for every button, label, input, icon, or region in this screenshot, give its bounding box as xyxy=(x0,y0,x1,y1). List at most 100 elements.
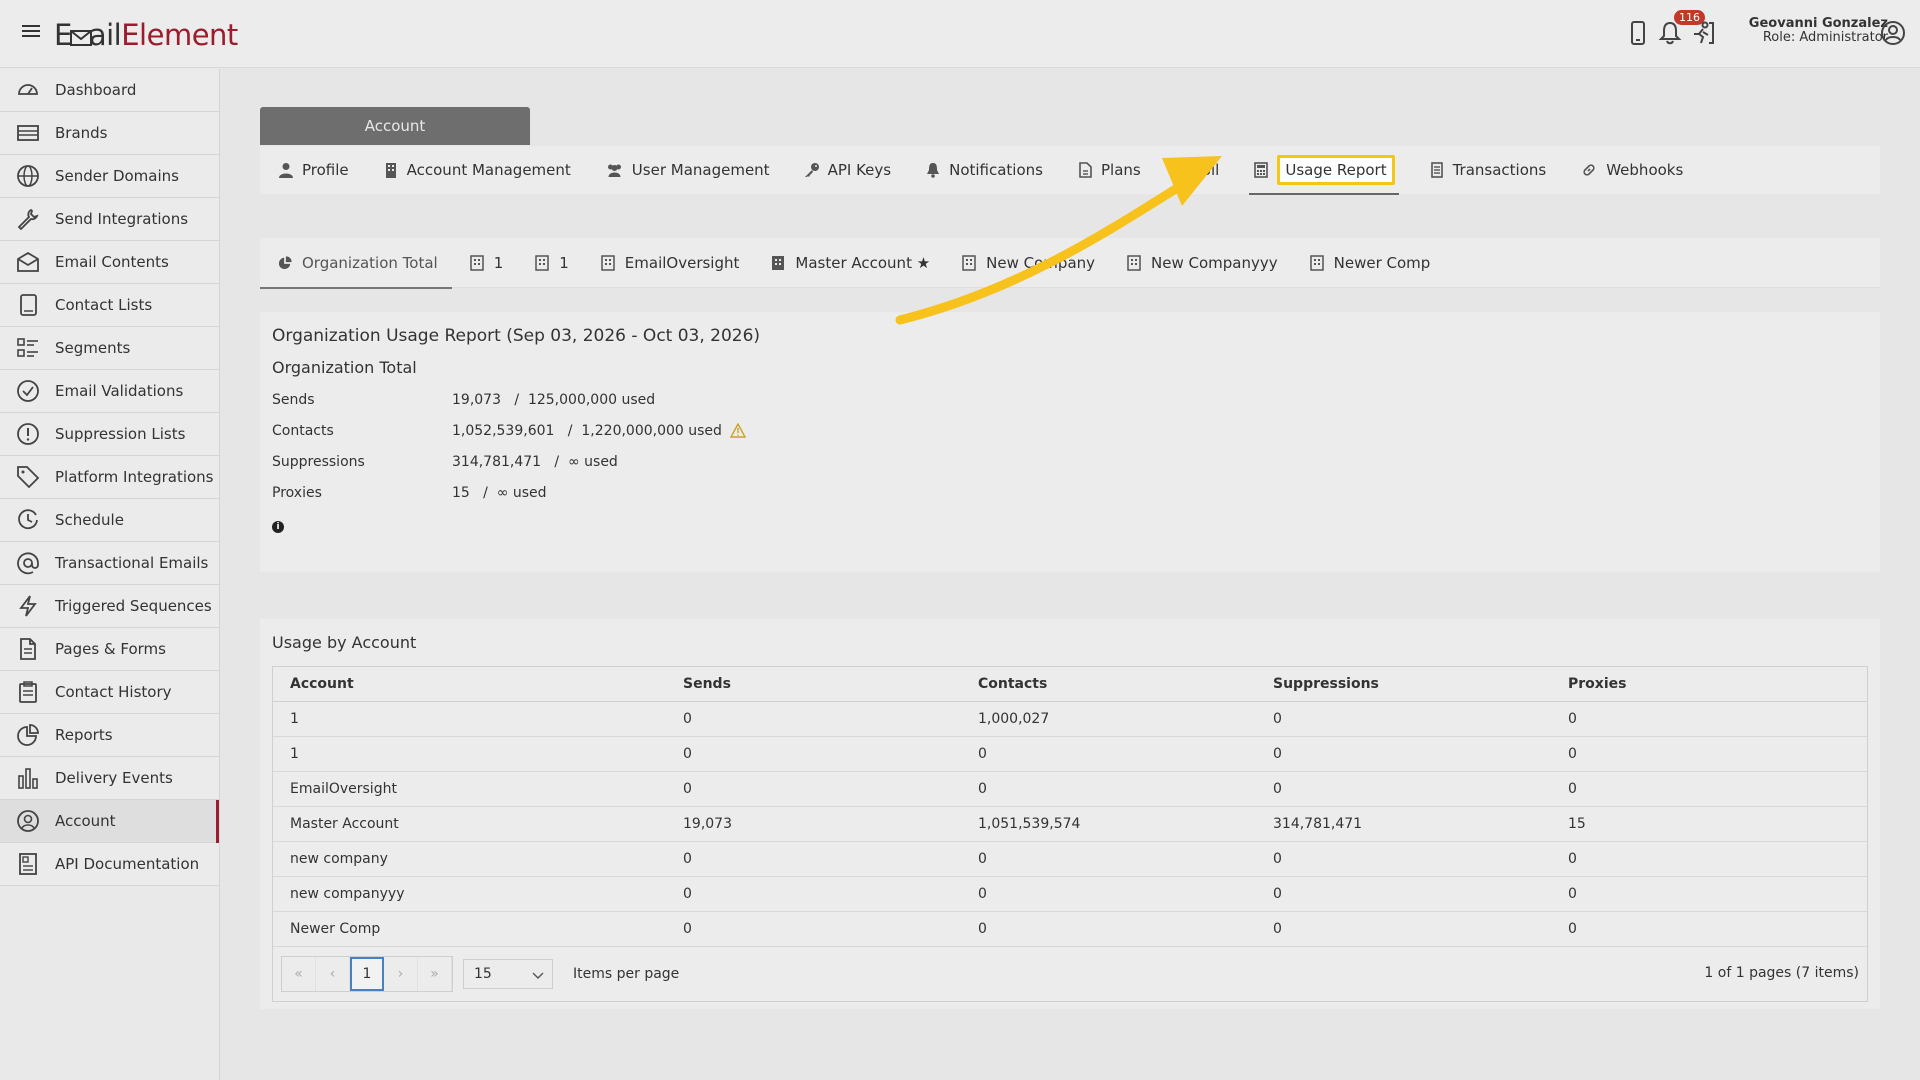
sidebar-item-platform-integrations[interactable]: Platform Integrations xyxy=(0,456,219,499)
subtab-new-company[interactable]: New Company xyxy=(962,238,1095,288)
subtab-newer-comp[interactable]: Newer Comp xyxy=(1309,238,1430,288)
usage-table: Account Sends Contacts Suppressions Prox… xyxy=(272,666,1868,1002)
tab-user-management[interactable]: User Management xyxy=(605,146,770,194)
sidebar-item-contact-history[interactable]: Contact History xyxy=(0,671,219,714)
column-header-account[interactable]: Account xyxy=(273,667,666,702)
subtab-organization-total[interactable]: Organization Total xyxy=(260,238,452,289)
user-info[interactable]: Geovanni Gonzalez Role: Administrator xyxy=(1730,17,1888,45)
sidebar-item-api-documentation[interactable]: API Documentation xyxy=(0,843,219,886)
items-per-page-select[interactable]: 15 xyxy=(463,958,553,989)
column-header-contacts[interactable]: Contacts xyxy=(961,667,1256,702)
sidebar-item-label: Triggered Sequences xyxy=(55,597,212,615)
tab-account-management[interactable]: Account Management xyxy=(383,146,571,194)
usage-label: Contacts xyxy=(272,422,334,439)
usage-row-sends: Sends 19,073 / 125,000,000 used xyxy=(272,391,1868,408)
report-subtitle: Organization Total xyxy=(272,358,417,377)
sidebar-item-segments[interactable]: Segments xyxy=(0,327,219,370)
table-row: 1 0 1,000,027 0 0 xyxy=(273,701,1867,737)
cell-account: Master Account xyxy=(273,806,666,842)
sidebar-item-transactional-emails[interactable]: Transactional Emails xyxy=(0,542,219,585)
sidebar-item-reports[interactable]: Reports xyxy=(0,714,219,757)
tab-plans[interactable]: Plans xyxy=(1077,146,1141,194)
info-icon[interactable]: i xyxy=(272,521,284,533)
warning-icon xyxy=(729,423,746,438)
building-icon xyxy=(601,254,615,271)
subtab-account-1a[interactable]: 1 xyxy=(469,238,503,288)
account-subtabs: Organization Total 1 1 EmailOversight Ma… xyxy=(260,238,1880,289)
sidebar-item-schedule[interactable]: Schedule xyxy=(0,499,219,542)
account-tabbar: Profile Account Management User Manageme… xyxy=(260,146,1880,195)
tab-webhooks[interactable]: Webhooks xyxy=(1580,146,1683,194)
subtab-emailoversight[interactable]: EmailOversight xyxy=(601,238,739,288)
tab-label: Transactions xyxy=(1452,161,1547,179)
tab-api-keys[interactable]: API Keys xyxy=(804,146,891,194)
sidebar-item-triggered-sequences[interactable]: Triggered Sequences xyxy=(0,585,219,628)
cell-suppressions: 0 xyxy=(1256,911,1551,947)
globe-icon xyxy=(17,165,39,187)
document-icon xyxy=(19,853,37,875)
check-circle-icon xyxy=(17,380,39,402)
page-info: 1 of 1 pages (7 items) xyxy=(1704,964,1859,981)
hamburger-menu-icon[interactable] xyxy=(22,22,40,40)
cell-proxies: 0 xyxy=(1551,771,1867,807)
cell-proxies: 0 xyxy=(1551,911,1867,947)
sidebar-item-label: Contact History xyxy=(55,683,172,701)
subtab-account-1b[interactable]: 1 xyxy=(535,238,569,288)
segments-icon xyxy=(17,338,38,357)
subtab-master-account[interactable]: Master Account ★ xyxy=(771,238,930,288)
usage-value: 15 / ∞ used xyxy=(452,484,547,501)
usage-value: 19,073 / 125,000,000 used xyxy=(452,391,656,408)
last-page-button[interactable]: » xyxy=(418,956,452,991)
sidebar-item-delivery-events[interactable]: Delivery Events xyxy=(0,757,219,800)
sidebar-item-sender-domains[interactable]: Sender Domains xyxy=(0,155,219,198)
user-avatar-icon[interactable] xyxy=(1880,20,1906,46)
tab-notifications[interactable]: Notifications xyxy=(925,146,1043,194)
receipt-icon xyxy=(1430,162,1443,178)
mobile-phone-icon[interactable] xyxy=(1625,20,1651,46)
cell-proxies: 0 xyxy=(1551,876,1867,912)
building-icon xyxy=(962,254,976,271)
sidebar-item-account[interactable]: Account xyxy=(0,800,219,843)
book-icon xyxy=(20,294,37,316)
sidebar-item-contact-lists[interactable]: Contact Lists xyxy=(0,284,219,327)
exit-icon[interactable] xyxy=(1689,20,1715,46)
sidebar-item-email-contents[interactable]: Email Contents xyxy=(0,241,219,284)
account-section-tab[interactable]: Account xyxy=(260,107,530,145)
page-1-button[interactable]: 1 xyxy=(350,956,384,991)
first-page-button[interactable]: « xyxy=(282,956,316,991)
usage-label: Sends xyxy=(272,391,315,408)
prev-page-button[interactable]: ‹ xyxy=(316,956,350,991)
cell-suppressions: 0 xyxy=(1256,841,1551,877)
cell-contacts: 1,051,539,574 xyxy=(961,806,1256,842)
bolt-icon xyxy=(19,595,37,617)
cell-sends: 0 xyxy=(666,771,961,807)
usage-by-account: Usage by Account Account Sends Contacts … xyxy=(260,619,1880,1009)
sidebar-item-dashboard[interactable]: Dashboard xyxy=(0,69,219,112)
usage-row-proxies: Proxies 15 / ∞ used xyxy=(272,484,1868,501)
cell-sends: 19,073 xyxy=(666,806,961,842)
next-page-button[interactable]: › xyxy=(384,956,418,991)
tab-profile[interactable]: Profile xyxy=(278,146,349,194)
column-header-suppressions[interactable]: Suppressions xyxy=(1256,667,1551,702)
column-header-sends[interactable]: Sends xyxy=(666,667,961,702)
sidebar-item-brands[interactable]: Brands xyxy=(0,112,219,155)
sidebar-item-pages-forms[interactable]: Pages & Forms xyxy=(0,628,219,671)
chevron-down-icon xyxy=(532,972,544,979)
sidebar-item-label: Email Contents xyxy=(55,253,169,271)
tab-usage-report[interactable]: Usage Report xyxy=(1249,146,1399,195)
sidebar-item-label: Dashboard xyxy=(55,81,137,99)
user-name: Geovanni Gonzalez xyxy=(1748,16,1888,31)
subtab-new-companyyy[interactable]: New Companyyy xyxy=(1127,238,1278,288)
tab-label: Webhooks xyxy=(1606,161,1684,179)
column-header-proxies[interactable]: Proxies xyxy=(1551,667,1867,702)
cell-suppressions: 314,781,471 xyxy=(1256,806,1551,842)
sidebar-item-suppression-lists[interactable]: Suppression Lists xyxy=(0,413,219,456)
tab-billing[interactable]: Bil xyxy=(1175,146,1219,194)
app-logo[interactable]: EailElement xyxy=(54,18,238,52)
sidebar-item-send-integrations[interactable]: Send Integrations xyxy=(0,198,219,241)
sidebar-item-email-validations[interactable]: Email Validations xyxy=(0,370,219,413)
sidebar-item-label: Send Integrations xyxy=(55,210,189,228)
sidebar-item-label: Delivery Events xyxy=(55,769,173,787)
cell-sends: 0 xyxy=(666,841,961,877)
tab-transactions[interactable]: Transactions xyxy=(1429,146,1547,194)
